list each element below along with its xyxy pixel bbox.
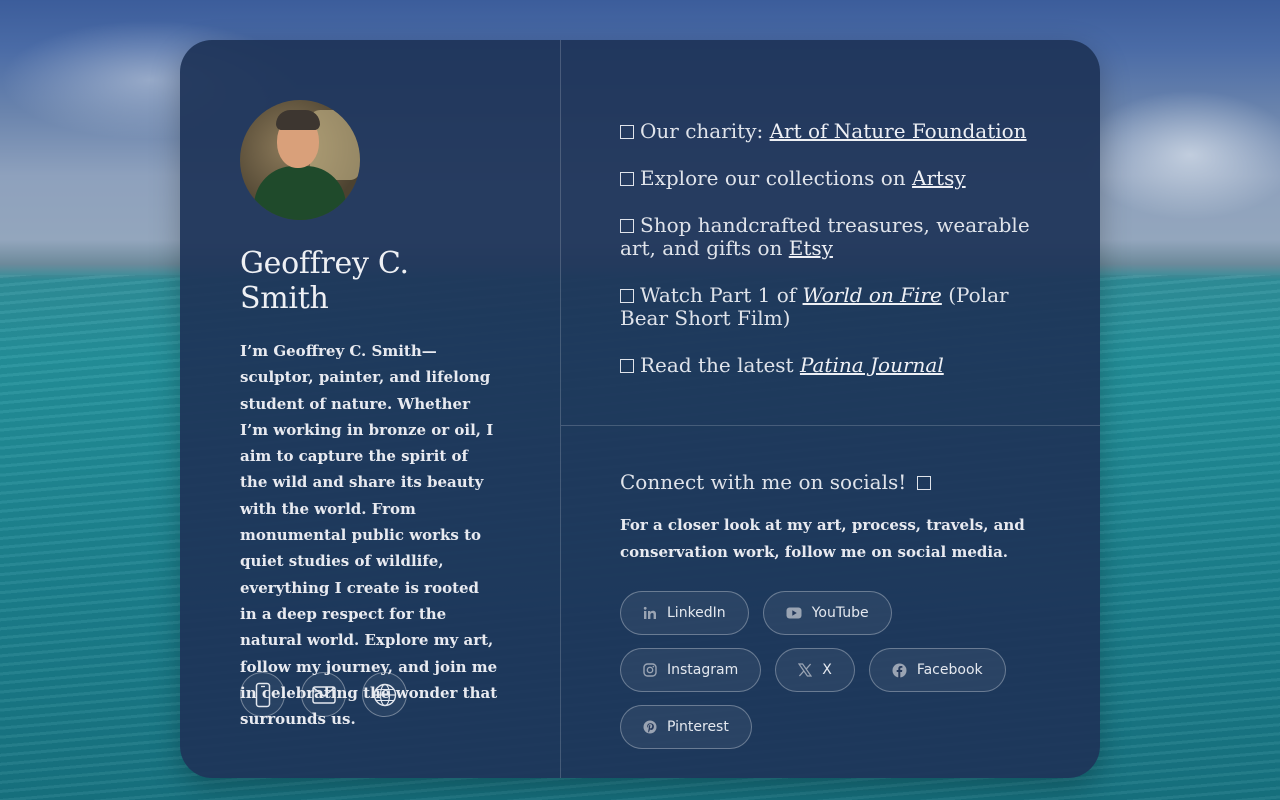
globe-icon [373,683,396,706]
checkbox-icon [620,359,634,373]
website-button[interactable] [362,672,407,717]
link-item: Explore our collections on Artsy [620,167,1040,190]
links-list: Our charity: Art of Nature Foundation Ex… [620,120,1040,401]
pinterest-button[interactable]: Pinterest [620,705,752,749]
checkbox-icon [620,289,634,303]
youtube-icon [786,607,802,619]
x-icon [798,663,813,677]
link-item: Shop handcrafted treasures, wearable art… [620,213,1030,260]
facebook-button[interactable]: Facebook [868,648,1006,692]
link-item: Our charity: Art of Nature Foundation [620,120,1040,143]
social-section: Connect with me on socials! For a closer… [620,470,1040,749]
column-divider [560,40,561,778]
journal-link[interactable]: Patina Journal [800,353,944,377]
avatar [240,100,360,220]
profile-name: Geoffrey C. Smith [240,246,409,316]
instagram-icon [643,663,657,677]
phone-icon [255,682,270,707]
charity-link[interactable]: Art of Nature Foundation [770,119,1027,143]
profile-section: Geoffrey C. Smith I’m Geoffrey C. Smith—… [240,100,500,732]
linkedin-button[interactable]: LinkedIn [620,591,749,635]
pinterest-icon [643,720,657,734]
checkbox-icon [620,219,634,233]
background-cloud [1080,90,1280,220]
phone-button[interactable] [240,672,285,717]
etsy-link[interactable]: Etsy [789,236,833,260]
social-buttons: LinkedIn YouTube Instagram X Facebook Pi… [620,591,1040,749]
linkedin-icon [643,606,656,619]
youtube-button[interactable]: YouTube [762,591,892,635]
profile-card: Geoffrey C. Smith I’m Geoffrey C. Smith—… [180,40,1100,778]
x-button[interactable]: X [775,648,855,692]
row-divider [561,425,1100,426]
email-button[interactable] [301,672,346,717]
social-description: For a closer look at my art, process, tr… [620,516,1025,561]
checkbox-icon [620,172,634,186]
film-link[interactable]: World on Fire [803,283,942,307]
facebook-icon [892,663,907,678]
contact-icons [240,672,407,717]
link-item: Read the latest Patina Journal [620,354,1040,377]
link-item: Watch Part 1 of World on Fire (Polar Bea… [620,283,1009,330]
artsy-link[interactable]: Artsy [912,166,966,190]
checkbox-icon [620,125,634,139]
email-icon [311,685,336,704]
social-title: Connect with me on socials! [620,470,1040,494]
checkbox-icon [916,476,931,490]
instagram-button[interactable]: Instagram [620,648,762,692]
